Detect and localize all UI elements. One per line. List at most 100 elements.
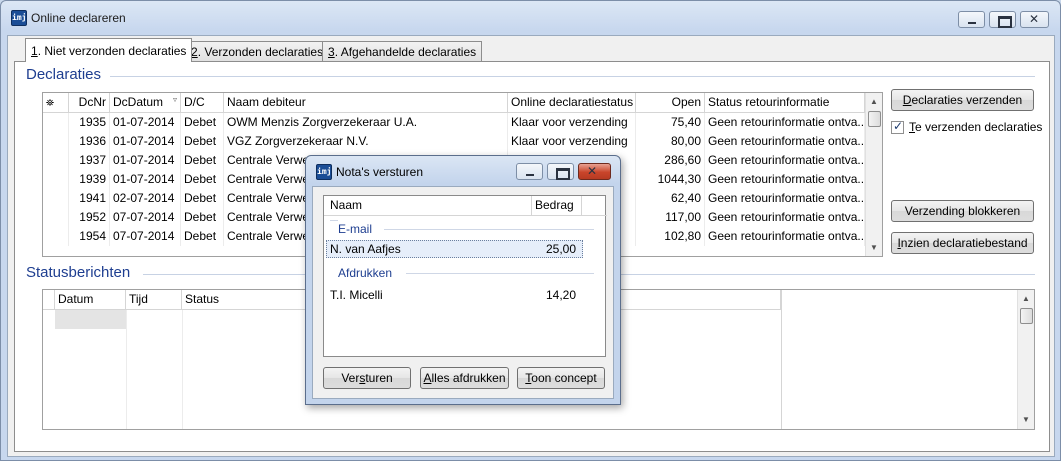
column-divider bbox=[182, 310, 183, 429]
row-indicator[interactable] bbox=[43, 132, 69, 151]
scroll-up-arrow-icon[interactable]: ▲ bbox=[1018, 290, 1034, 307]
minimize-button[interactable] bbox=[958, 11, 985, 28]
tab-verzonden[interactable]: 2. Verzonden declaraties bbox=[185, 41, 330, 61]
selected-cell[interactable] bbox=[55, 310, 126, 329]
cell-dc: Debet bbox=[181, 151, 224, 170]
verzending-blokkeren-button[interactable]: Verzending blokkeren bbox=[891, 200, 1034, 222]
row-indicator[interactable] bbox=[43, 227, 69, 246]
row-indicator[interactable] bbox=[43, 170, 69, 189]
statusberichten-scrollbar[interactable]: ▲ ▼ bbox=[1017, 290, 1034, 429]
cell-open: 75,40 bbox=[636, 113, 705, 132]
table-row[interactable]: 1936 01-07-2014 Debet VGZ Zorgverzekeraar N… bbox=[43, 132, 865, 151]
column-header-datum[interactable]: Datum bbox=[55, 290, 126, 310]
row-indicator[interactable] bbox=[43, 208, 69, 227]
cell-dcnr: 1954 bbox=[69, 227, 110, 246]
tab-label: . Verzonden declaraties bbox=[197, 45, 324, 59]
declaraties-scrollbar[interactable]: ▲ ▼ bbox=[865, 93, 882, 256]
column-header-status-retour[interactable]: Status retourinformatie bbox=[705, 93, 865, 113]
filter-icon: ⛯ bbox=[46, 98, 54, 109]
window-title: Online declareren bbox=[31, 11, 126, 25]
tab-label: . Niet verzonden declaraties bbox=[37, 44, 187, 58]
te-verzenden-checkbox[interactable] bbox=[891, 119, 904, 134]
versturen-button[interactable]: Versturen bbox=[323, 367, 411, 389]
column-header-naam-debiteur[interactable]: Naam debiteur bbox=[224, 93, 508, 113]
cell-online-status: Klaar voor verzending bbox=[508, 113, 636, 132]
cell-dcdatum: 01-07-2014 bbox=[110, 170, 181, 189]
row-indicator[interactable] bbox=[43, 151, 69, 170]
column-header-dcdatum[interactable]: DcDatum ▿ bbox=[110, 93, 181, 113]
notas-list-header: Naam Bedrag bbox=[324, 196, 607, 216]
cell-dcnr: 1936 bbox=[69, 132, 110, 151]
cell-dcdatum: 01-07-2014 bbox=[110, 113, 181, 132]
group-divider bbox=[406, 273, 594, 274]
group-divider bbox=[384, 229, 594, 230]
list-item-afdrukken[interactable]: T.I. Micelli 14,20 bbox=[326, 286, 583, 304]
sort-indicator-icon: ▿ bbox=[172, 95, 177, 104]
column-header-tijd[interactable]: Tijd bbox=[126, 290, 182, 310]
checkbox-label: e verzenden declaraties bbox=[915, 120, 1043, 134]
column-header-bedrag[interactable]: Bedrag bbox=[532, 196, 582, 216]
cell-status-retour: Geen retourinformatie ontva... bbox=[705, 151, 865, 170]
list-item-amount: 25,00 bbox=[545, 242, 576, 256]
column-header-dc[interactable]: D/C bbox=[181, 93, 224, 113]
scroll-down-arrow-icon[interactable]: ▼ bbox=[1018, 411, 1034, 428]
column-header-online-status[interactable]: Online declaratiestatus bbox=[508, 93, 636, 113]
alles-afdrukken-button[interactable]: Alles afdrukken bbox=[420, 367, 509, 389]
cell-dc: Debet bbox=[181, 132, 224, 151]
cell-dc: Debet bbox=[181, 113, 224, 132]
cell-status-retour: Geen retourinformatie ontva... bbox=[705, 132, 865, 151]
app-icon: imj bbox=[316, 164, 332, 180]
button-label: lles afdrukken bbox=[431, 371, 506, 385]
cell-dc: Debet bbox=[181, 189, 224, 208]
scroll-thumb[interactable] bbox=[1020, 308, 1033, 324]
column-divider bbox=[126, 310, 127, 429]
dialog-minimize-button[interactable] bbox=[516, 163, 543, 180]
cell-dcnr: 1941 bbox=[69, 189, 110, 208]
group-label-afdrukken: Afdrukken bbox=[338, 266, 393, 280]
cell-naam-debiteur: OWM Menzis Zorgverzekeraar U.A. bbox=[224, 113, 508, 132]
tab-label: . Afgehandelde declaraties bbox=[334, 45, 477, 59]
cell-status-retour: Geen retourinformatie ontva... bbox=[705, 208, 865, 227]
app-icon: imj bbox=[11, 10, 27, 26]
tab-hotkey: 3 bbox=[328, 45, 335, 59]
table-row[interactable]: 1935 01-07-2014 Debet OWM Menzis Zorgverzek… bbox=[43, 113, 865, 132]
tab-niet-verzonden[interactable]: 1. Niet verzonden declaraties bbox=[25, 38, 193, 62]
close-button[interactable] bbox=[1020, 11, 1049, 28]
cell-dcdatum: 02-07-2014 bbox=[110, 189, 181, 208]
button-label: nzien declaratiebestand bbox=[900, 236, 1028, 250]
cell-dcnr: 1952 bbox=[69, 208, 110, 227]
cell-open: 286,60 bbox=[636, 151, 705, 170]
maximize-button[interactable] bbox=[989, 11, 1016, 28]
cell-status-retour: Geen retourinformatie ontva... bbox=[705, 227, 865, 246]
scroll-up-arrow-icon[interactable]: ▲ bbox=[866, 93, 882, 110]
cell-open: 102,80 bbox=[636, 227, 705, 246]
inzien-declaratiebestand-button[interactable]: Inzien declaratiebestand bbox=[891, 232, 1034, 254]
cell-dcdatum: 01-07-2014 bbox=[110, 151, 181, 170]
scroll-thumb[interactable] bbox=[868, 111, 881, 127]
dialog-maximize-button[interactable] bbox=[547, 163, 574, 180]
filter-column-header[interactable]: ⛯ bbox=[43, 93, 69, 113]
column-header-open[interactable]: Open bbox=[636, 93, 705, 113]
column-header-naam[interactable]: Naam bbox=[324, 196, 532, 216]
toon-concept-button[interactable]: Toon concept bbox=[517, 367, 605, 389]
list-item-name: T.I. Micelli bbox=[330, 288, 383, 302]
column-header-dcnr[interactable]: DcNr bbox=[69, 93, 110, 113]
button-label: eclaraties verzenden bbox=[911, 93, 1023, 107]
scroll-down-arrow-icon[interactable]: ▼ bbox=[866, 239, 882, 256]
button-label: oon concept bbox=[531, 371, 597, 385]
te-verzenden-label[interactable]: Te verzenden declaraties bbox=[909, 120, 1042, 134]
tab-afgehandeld[interactable]: 3. Afgehandelde declaraties bbox=[322, 41, 483, 61]
button-label: Ver bbox=[341, 371, 360, 385]
dialog-close-button[interactable] bbox=[578, 163, 611, 180]
notas-list[interactable]: Naam Bedrag E-mail N. van Aafjes 25,00 A… bbox=[323, 195, 607, 357]
cell-open: 117,00 bbox=[636, 208, 705, 227]
row-indicator[interactable] bbox=[43, 113, 69, 132]
row-indicator[interactable] bbox=[43, 189, 69, 208]
declaraties-verzenden-button[interactable]: Declaraties verzenden bbox=[891, 89, 1034, 111]
dialog-title: Nota's versturen bbox=[336, 165, 423, 179]
tab-hotkey: 1 bbox=[31, 44, 38, 58]
list-item-email[interactable]: N. van Aafjes 25,00 bbox=[326, 240, 583, 258]
button-label: turen bbox=[365, 371, 393, 385]
section-title-statusberichten: Statusberichten bbox=[26, 264, 131, 281]
cell-dcdatum: 07-07-2014 bbox=[110, 208, 181, 227]
